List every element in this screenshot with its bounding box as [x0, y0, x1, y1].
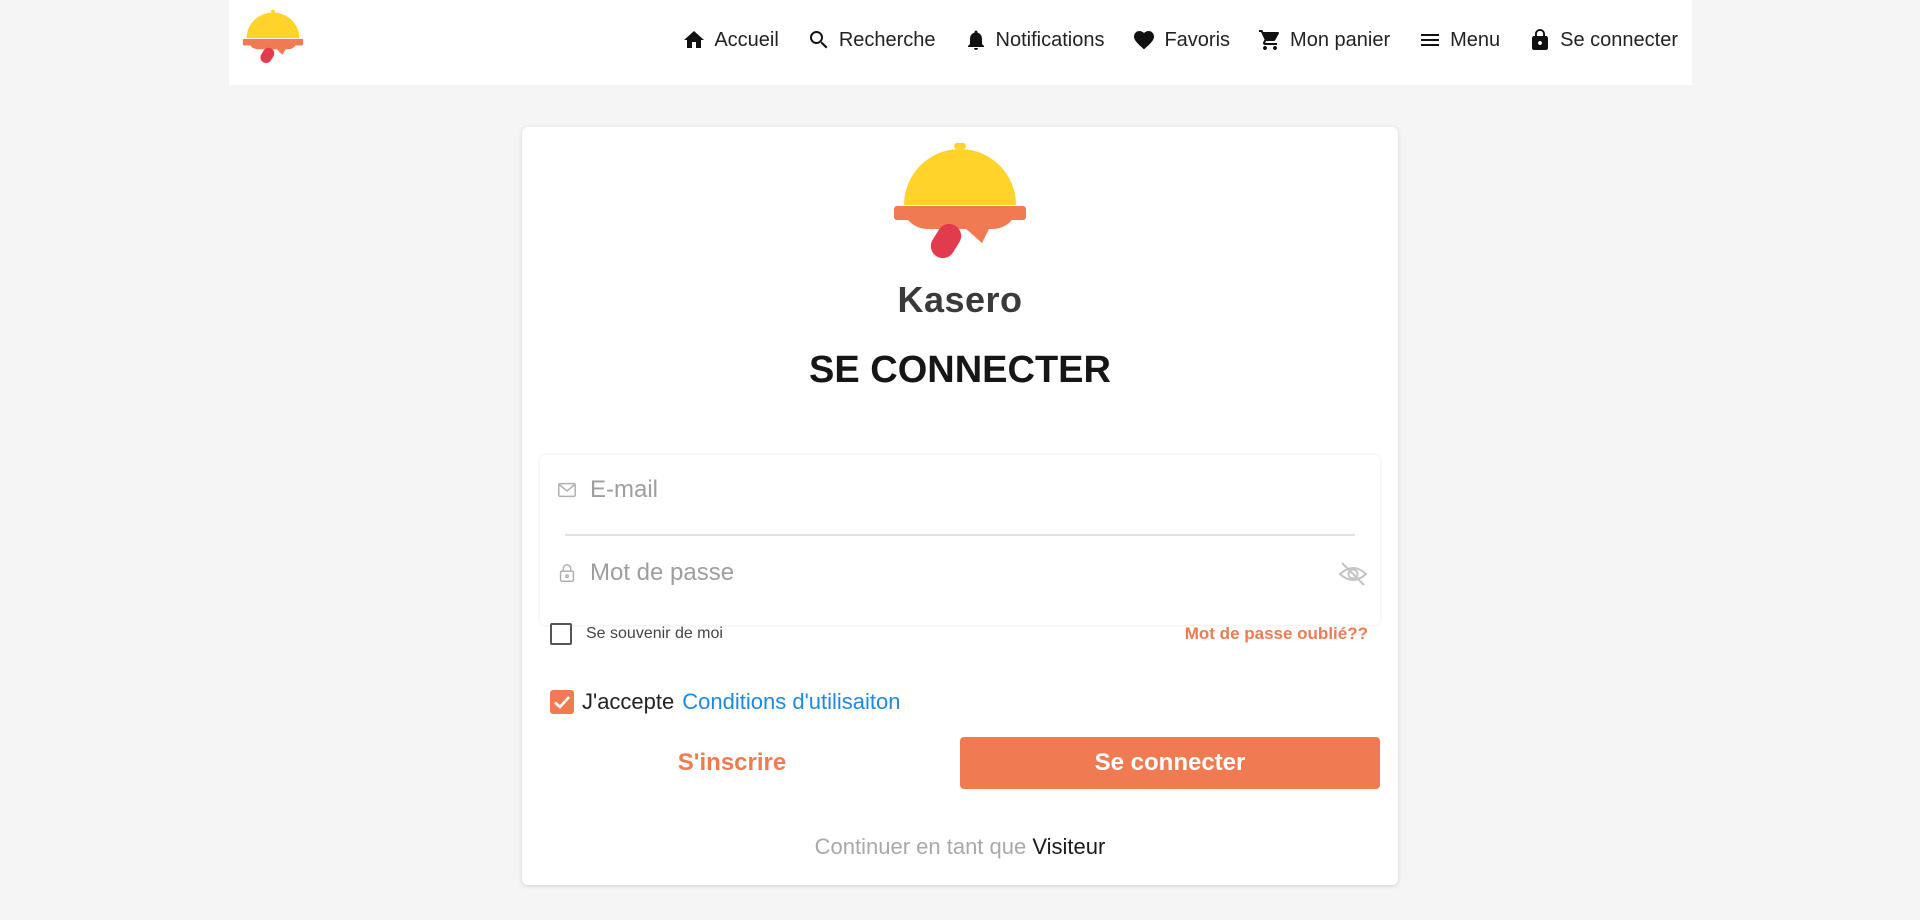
- nav-item-menu[interactable]: Menu: [1418, 28, 1500, 52]
- guest-link[interactable]: Visiteur: [1032, 834, 1105, 859]
- kasero-logo-icon: [894, 143, 1026, 259]
- cart-icon: [1259, 30, 1280, 50]
- eye-off-icon[interactable]: [1338, 561, 1368, 587]
- email-input[interactable]: [590, 470, 1330, 510]
- credentials-form: [540, 455, 1380, 625]
- terms-prefix: J'accepte: [582, 689, 675, 714]
- password-input[interactable]: [590, 553, 1330, 593]
- search-icon: [809, 31, 828, 49]
- nav-item-label: Se connecter: [1560, 28, 1678, 51]
- padlock-icon: [559, 564, 575, 582]
- password-field-row: [540, 538, 1380, 608]
- login-button[interactable]: Se connecter: [960, 737, 1380, 789]
- nav-item-se-connecter[interactable]: Se connecter: [1528, 28, 1678, 52]
- nav-item-notifications[interactable]: Notifications: [964, 28, 1105, 52]
- nav-item-favoris[interactable]: Favoris: [1132, 28, 1230, 52]
- nav-item-recherche[interactable]: Recherche: [807, 28, 936, 52]
- terms-checkbox[interactable]: [550, 690, 574, 714]
- forgot-password-link[interactable]: Mot de passe oublié??: [1185, 624, 1368, 644]
- nav-item-label: Accueil: [714, 28, 779, 51]
- nav-item-label: Mon panier: [1290, 28, 1391, 51]
- terms-row: J'accepte Conditions d'utilisaiton: [550, 689, 900, 715]
- bell-icon: [967, 30, 984, 50]
- nav-item-accueil[interactable]: Accueil: [682, 28, 779, 52]
- menu-icon: [1421, 34, 1440, 46]
- nav-item-label: Favoris: [1164, 28, 1231, 51]
- nav-item-label: Notifications: [995, 28, 1105, 51]
- remember-me[interactable]: Se souvenir de moi: [550, 623, 723, 645]
- heart-icon: [1134, 31, 1155, 50]
- lock-icon: [1532, 29, 1549, 50]
- email-field-row: [540, 455, 1380, 525]
- top-nav-bar: Accueil Recherche Notifications Favoris …: [229, 0, 1692, 85]
- terms-link[interactable]: Conditions d'utilisaiton: [682, 689, 900, 715]
- login-card: Kasero SE CONNECTER Se so: [522, 127, 1398, 885]
- kasero-logo-icon[interactable]: [241, 8, 305, 66]
- guest-row: Continuer en tant que Visiteur: [522, 834, 1398, 860]
- brand-name: Kasero: [897, 279, 1023, 320]
- checkmark-icon: [554, 696, 570, 709]
- field-divider: [565, 534, 1355, 536]
- guest-prefix: Continuer en tant que: [814, 834, 1027, 859]
- envelope-icon: [558, 482, 576, 498]
- page-title: SE CONNECTER: [809, 349, 1111, 391]
- remember-me-checkbox[interactable]: [550, 623, 572, 645]
- nav-item-mon-panier[interactable]: Mon panier: [1258, 28, 1390, 52]
- home-icon: [684, 31, 705, 48]
- main-nav: Accueil Recherche Notifications Favoris …: [654, 0, 1678, 80]
- nav-item-label: Recherche: [838, 28, 936, 51]
- remember-me-label: Se souvenir de moi: [586, 625, 723, 642]
- signup-button[interactable]: S'inscrire: [632, 737, 832, 789]
- nav-item-label: Menu: [1450, 28, 1501, 51]
